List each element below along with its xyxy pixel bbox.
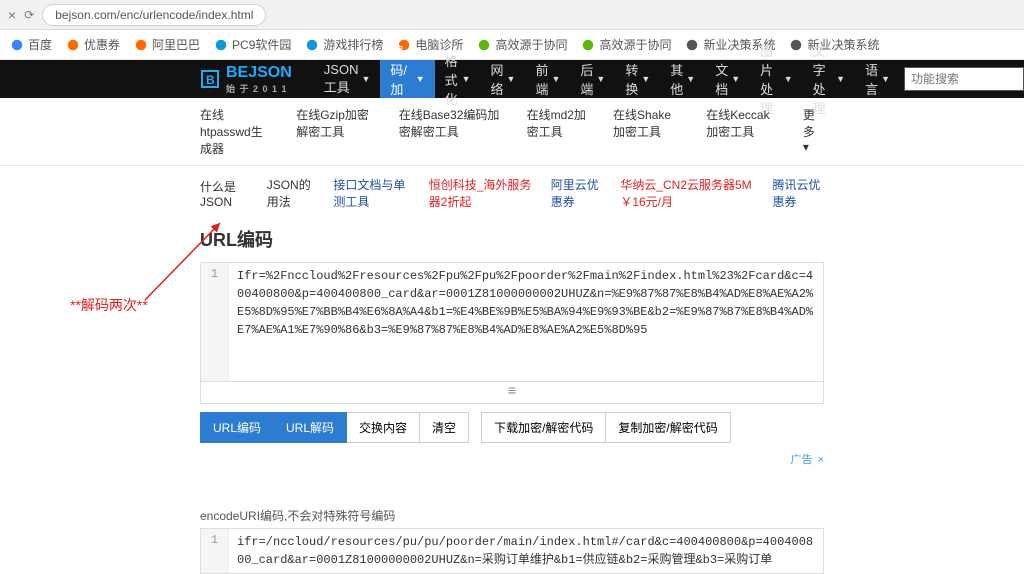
favorite-link[interactable]: 优惠券 — [66, 36, 120, 53]
decode-button[interactable]: URL解码 — [274, 412, 347, 443]
promo-link[interactable]: 恒创科技_海外服务器2折起 — [429, 176, 533, 210]
favorite-link[interactable]: 高效源于协同 — [581, 36, 671, 53]
nav-item[interactable]: 语言 ▼ — [855, 60, 900, 98]
output-note: encodeURI编码,不会对特殊符号编码 — [200, 507, 824, 524]
promo-bar: 什么是JSON JSON的用法接口文档与单测工具恒创科技_海外服务器2折起阿里云优… — [0, 166, 1024, 220]
swap-button[interactable]: 交换内容 — [347, 412, 420, 443]
nav-item[interactable]: 编码/加密 ▼ — [380, 60, 434, 98]
nav-item[interactable]: 前端 ▼ — [525, 60, 570, 98]
promo-link[interactable]: 什么是JSON — [200, 178, 249, 209]
subnav-link[interactable]: 在线Shake加密工具 — [613, 106, 680, 157]
subnav-link[interactable]: 在线Base32编码加密解密工具 — [399, 106, 501, 157]
subnav-link[interactable]: 更多 ▾ — [803, 106, 824, 157]
page-title: URL编码 — [200, 226, 824, 252]
ad-close-icon[interactable]: × — [815, 454, 824, 466]
nav-item[interactable]: 转换 ▼ — [615, 60, 660, 98]
input-codebox[interactable]: 1 Ifr=%2Fnccloud%2Fresources%2Fpu%2Fpu%2… — [200, 262, 824, 382]
favorites-bar: 百度优惠券阿里巴巴PC9软件园游戏排行榜电脑诊所高效源于协同高效源于协同新业决策… — [0, 30, 1024, 60]
url-field[interactable]: bejson.com/enc/urlencode/index.html — [42, 4, 266, 26]
nav-item[interactable]: JSON工具 ▼ — [314, 60, 381, 98]
nav-item[interactable]: 文档 ▼ — [705, 60, 750, 98]
favorite-link[interactable]: 高效源于协同 — [477, 36, 567, 53]
svg-text:B: B — [206, 73, 215, 87]
subnav-link[interactable]: 在线htpasswd生成器 — [200, 106, 270, 157]
favorite-link[interactable]: PC9软件园 — [214, 36, 291, 53]
download-button[interactable]: 下载加密/解密代码 — [481, 412, 606, 443]
nav-item[interactable]: 文字处理 ▼ — [803, 60, 855, 98]
input-code[interactable]: Ifr=%2Fnccloud%2Fresources%2Fpu%2Fpu%2Fp… — [229, 263, 823, 381]
search-input[interactable] — [904, 67, 1024, 91]
output-codebox[interactable]: 1 ifr=/nccloud/resources/pu/pu/poorder/m… — [200, 528, 824, 574]
reload-icon[interactable]: ⟳ — [24, 8, 34, 22]
action-row: URL编码 URL解码 交换内容 清空 下载加密/解密代码 复制加密/解密代码 — [200, 412, 824, 443]
nav-item[interactable]: 图片处理 ▼ — [750, 60, 802, 98]
subnav-link[interactable]: 在线Gzip加密解密工具 — [296, 106, 373, 157]
nav-item[interactable]: 后端 ▼ — [570, 60, 615, 98]
favorite-link[interactable]: 阿里巴巴 — [134, 36, 200, 53]
favorite-link[interactable]: 百度 — [10, 36, 52, 53]
nav-item[interactable]: 网络 ▼ — [481, 60, 526, 98]
sub-nav: 在线htpasswd生成器在线Gzip加密解密工具在线Base32编码加密解密工… — [0, 98, 1024, 166]
copy-button[interactable]: 复制加密/解密代码 — [606, 412, 730, 443]
promo-link[interactable]: 华纳云_CN2云服务器5M ￥16元/月 — [620, 176, 754, 210]
promo-link[interactable]: 接口文档与单测工具 — [333, 176, 410, 210]
address-bar: × ⟳ bejson.com/enc/urlencode/index.html — [0, 0, 1024, 30]
resize-handle[interactable]: ≡ — [200, 382, 824, 404]
subnav-link[interactable]: 在线Keccak加密工具 — [706, 106, 777, 157]
promo-link[interactable]: 腾讯云优惠券 — [772, 176, 824, 210]
line-gutter: 1 — [201, 263, 229, 381]
annotation-text: **解码两次** — [70, 295, 148, 315]
nav-item[interactable]: 其他 ▼ — [660, 60, 705, 98]
subnav-link[interactable]: 在线md2加密工具 — [527, 106, 587, 157]
close-icon[interactable]: × — [8, 7, 16, 23]
nav-item[interactable]: 格式化 ▼ — [435, 60, 481, 98]
output-code[interactable]: ifr=/nccloud/resources/pu/pu/poorder/mai… — [229, 529, 823, 573]
logo[interactable]: B BEJSON始 于 2 0 1 1 — [200, 64, 292, 95]
favorite-link[interactable]: 游戏排行榜 — [305, 36, 383, 53]
line-gutter: 1 — [201, 529, 229, 573]
clear-button[interactable]: 清空 — [420, 412, 469, 443]
promo-link[interactable]: JSON的用法 — [267, 176, 316, 210]
search-box — [904, 67, 1024, 91]
ad-label: 广告 × — [200, 451, 824, 467]
encode-button[interactable]: URL编码 — [200, 412, 274, 443]
promo-link[interactable]: 阿里云优惠券 — [551, 176, 603, 210]
favorite-link[interactable]: 新业决策系统 — [789, 36, 879, 53]
main-nav: B BEJSON始 于 2 0 1 1 JSON工具 ▼编码/加密 ▼格式化 ▼… — [0, 60, 1024, 98]
